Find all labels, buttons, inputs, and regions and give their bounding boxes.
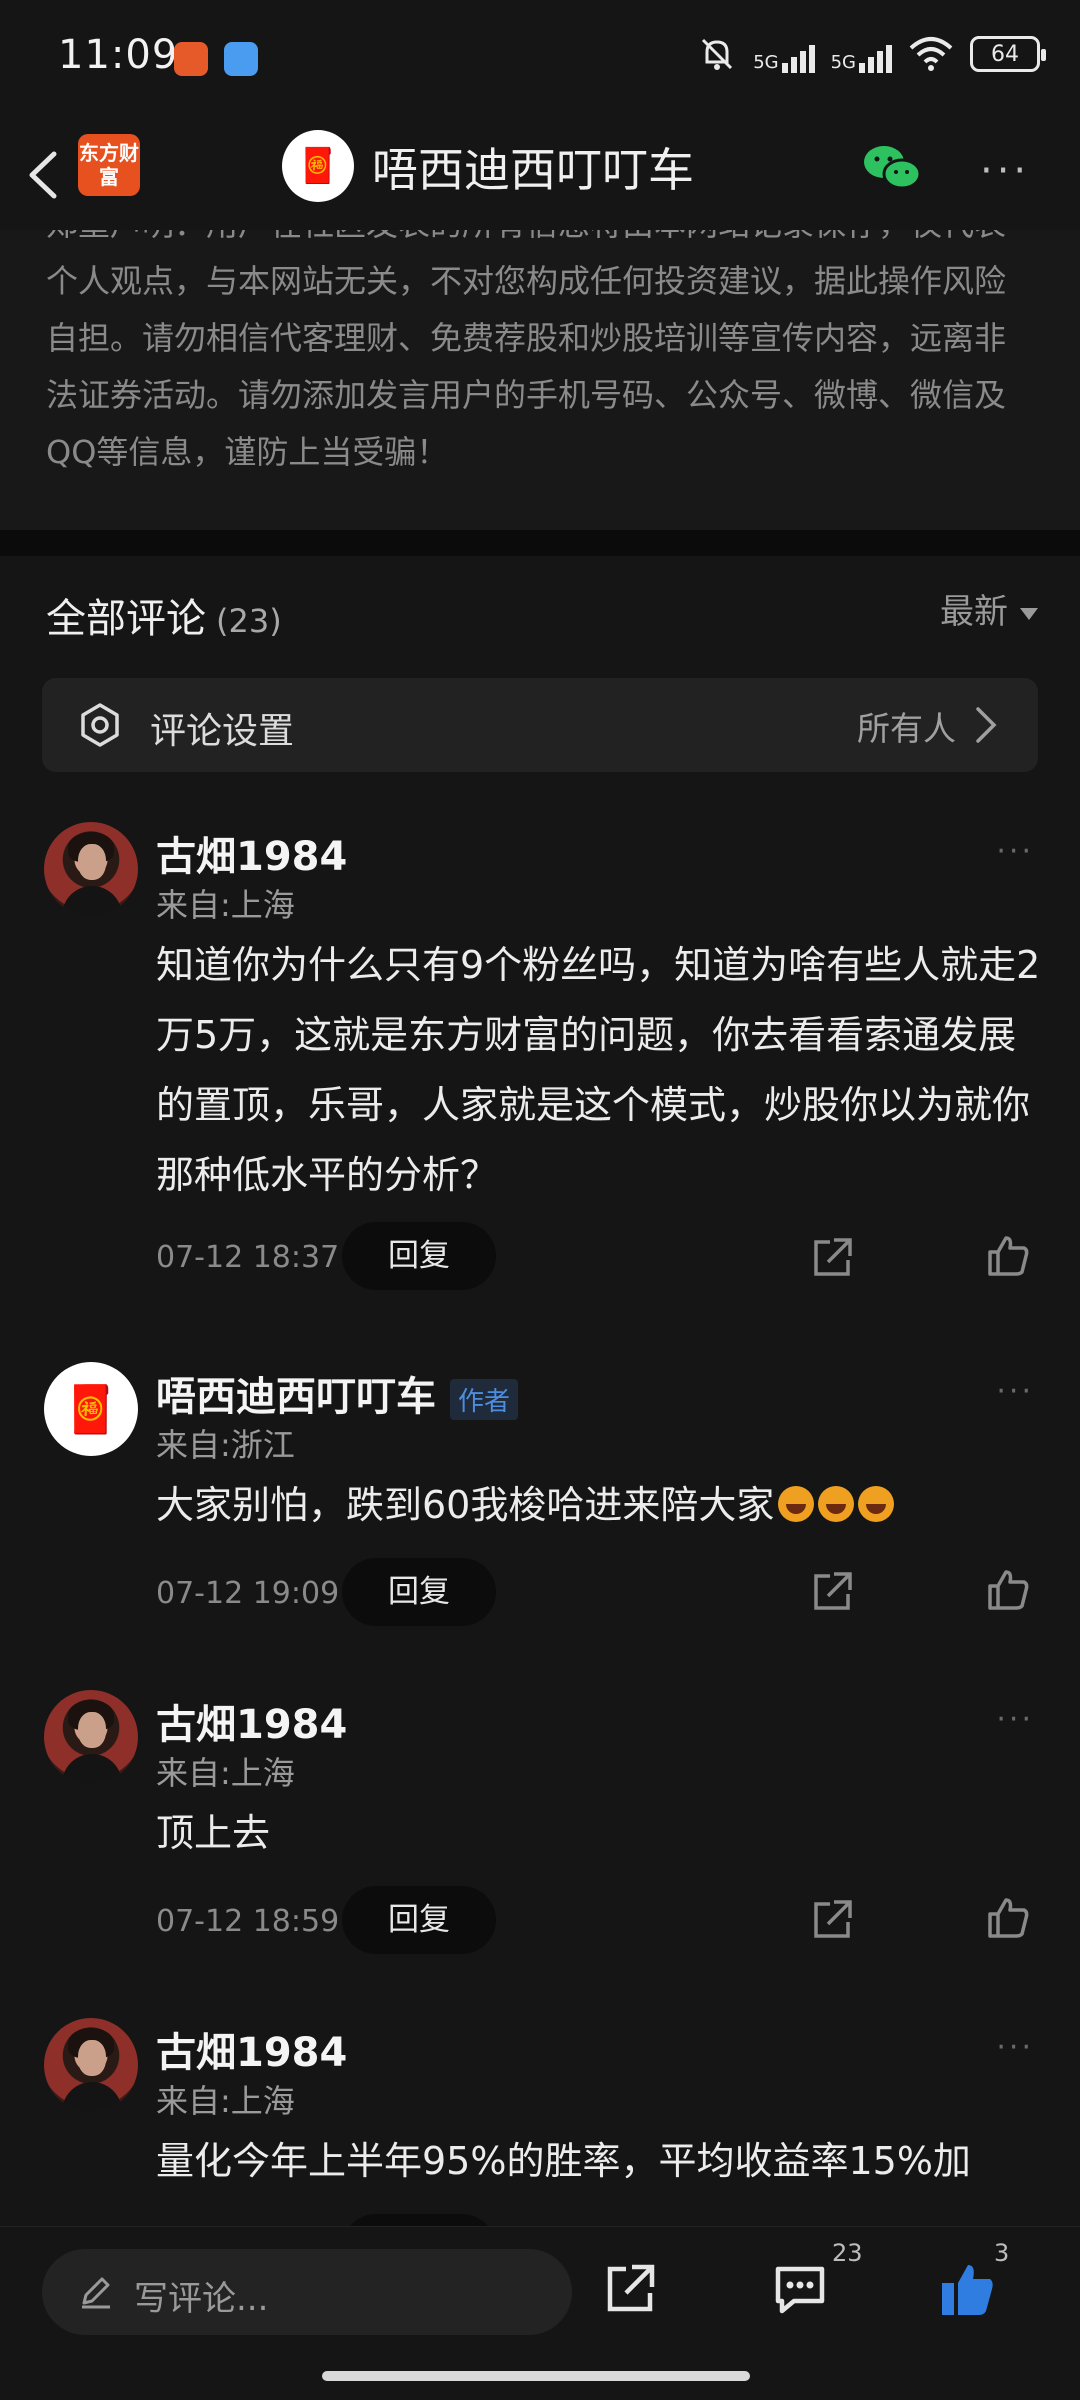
comment-date: 07-12 18:59 (156, 1904, 340, 1939)
signal-icon: 5G (753, 35, 815, 73)
section-divider (0, 530, 1080, 556)
comment-author[interactable]: 唔西迪西叮叮车 作者 (156, 1364, 519, 1422)
comment-date: 07-12 19:09 (156, 1576, 340, 1611)
comment-location: 来自:浙江 (156, 1426, 295, 1464)
comments-section: 全部评论 (23) 最新 评论设置 所有人 古畑1984 ··· 来自:上海 知道… (0, 556, 1080, 2400)
thumbs-up-icon[interactable] (986, 1234, 1030, 1278)
comment-placeholder: 写评论... (134, 2279, 269, 2319)
comment-more-icon[interactable]: ··· (996, 1702, 1034, 1737)
settings-value: 所有人 (857, 709, 956, 748)
laugh-emoji-icon (818, 1486, 855, 1522)
network-type-2: 5G (830, 52, 856, 73)
thumbs-up-filled-icon[interactable] (938, 2261, 996, 2319)
comment-more-icon[interactable]: ··· (996, 2030, 1034, 2065)
comment-location: 来自:上海 (156, 2082, 295, 2120)
thumbs-up-icon[interactable] (986, 1896, 1030, 1940)
author-avatar[interactable]: 🧧 (282, 130, 354, 202)
share-icon[interactable] (810, 1236, 854, 1280)
write-comment-input[interactable]: 写评论... (42, 2249, 572, 2335)
user-avatar[interactable] (44, 1690, 138, 1784)
reply-button[interactable]: 回复 (342, 2214, 496, 2226)
wechat-share-icon[interactable] (862, 144, 922, 192)
comments-heading: 全部评论 (23) (46, 586, 282, 644)
comment-location: 来自:上海 (156, 886, 295, 924)
page-title: 唔西迪西叮叮车 (372, 143, 694, 197)
comment-author[interactable]: 古畑1984 (156, 824, 347, 882)
eastmoney-logo[interactable]: 东方财富 (78, 134, 140, 196)
comment-author-name: 唔西迪西叮叮车 (156, 1374, 436, 1420)
bottom-action-bar: 写评论... 23 3 (0, 2226, 1080, 2400)
disclaimer-panel: 郑重声明：用户在社区发表的所有信息将由本网站记录保存，仅代表个人观点，与本网站无… (0, 230, 1080, 530)
settings-label: 评论设置 (150, 711, 295, 752)
comment-more-icon[interactable]: ··· (996, 1374, 1034, 1409)
author-avatar-small[interactable]: 🧧 (44, 1362, 138, 1456)
mute-bell-icon (702, 38, 733, 70)
home-indicator[interactable] (322, 2371, 750, 2381)
reply-button[interactable]: 回复 (342, 1886, 496, 1954)
wifi-icon (909, 37, 953, 71)
comments-title: 全部评论 (46, 596, 206, 642)
status-time: 11:09 (58, 32, 179, 78)
comment-text-wrap: 大家别怕，跌到60我梭哈进来陪大家 (156, 1470, 1046, 1540)
sort-dropdown[interactable]: 最新 (940, 584, 1038, 633)
gear-icon (81, 703, 119, 747)
comment-location: 来自:上海 (156, 1754, 295, 1792)
battery-icon: 64 (970, 36, 1046, 72)
comment-text: 顶上去 (156, 1811, 271, 1855)
user-avatar[interactable] (44, 2018, 138, 2112)
share-icon[interactable] (810, 1898, 854, 1942)
pencil-icon (82, 2277, 110, 2309)
back-arrow-icon[interactable] (18, 140, 68, 210)
comment-more-icon[interactable]: ··· (996, 834, 1034, 869)
comment-icon[interactable] (772, 2263, 828, 2317)
more-options-icon[interactable]: ··· (980, 148, 1030, 194)
disclaimer-text: 郑重声明：用户在社区发表的所有信息将由本网站记录保存，仅代表个人观点，与本网站无… (46, 230, 1007, 471)
author-badge: 作者 (450, 1378, 519, 1420)
sort-label: 最新 (940, 592, 1008, 632)
comments-count: (23) (216, 602, 282, 640)
caret-down-icon (1020, 607, 1038, 620)
notification-app-icon (174, 42, 208, 76)
laugh-emoji-icon (858, 1486, 895, 1522)
thumbs-up-icon[interactable] (986, 1568, 1030, 1612)
signal-icon-2: 5G (831, 35, 892, 73)
comment-text: 大家别怕，跌到60我梭哈进来陪大家 (156, 1483, 775, 1527)
chevron-right-icon (976, 707, 997, 743)
comment-text: 知道你为什么只有9个粉丝吗，知道为啥有些人就走2万5万，这就是东方财富的问题，你… (156, 943, 1041, 1197)
share-icon[interactable] (602, 2261, 658, 2317)
cloud-app-icon (224, 42, 258, 76)
comment-author[interactable]: 古畑1984 (156, 2020, 347, 2078)
like-count-badge: 3 (994, 2239, 1010, 2267)
share-icon[interactable] (810, 1570, 854, 1614)
status-icons: 5G 5G 64 (697, 34, 1046, 74)
comment-count-badge: 23 (832, 2239, 863, 2267)
comment-author[interactable]: 古畑1984 (156, 1692, 347, 1750)
reply-button[interactable]: 回复 (342, 1558, 496, 1626)
comment-settings-row[interactable]: 评论设置 所有人 (42, 678, 1038, 772)
laugh-emoji-icon (778, 1486, 815, 1522)
comment-date: 07-12 18:37 (156, 1240, 340, 1275)
reply-button[interactable]: 回复 (342, 1222, 496, 1290)
comment-item: 古畑1984 ··· 来自:上海 量化今年上半年95%的胜率，平均收益率15%加… (0, 2018, 1080, 2226)
comment-text: 量化今年上半年95%的胜率，平均收益率15%加 (156, 2139, 971, 2183)
user-avatar[interactable] (44, 822, 138, 916)
network-type: 5G (753, 52, 779, 73)
status-bar: 11:09 5G 5G 64 (0, 0, 1080, 120)
